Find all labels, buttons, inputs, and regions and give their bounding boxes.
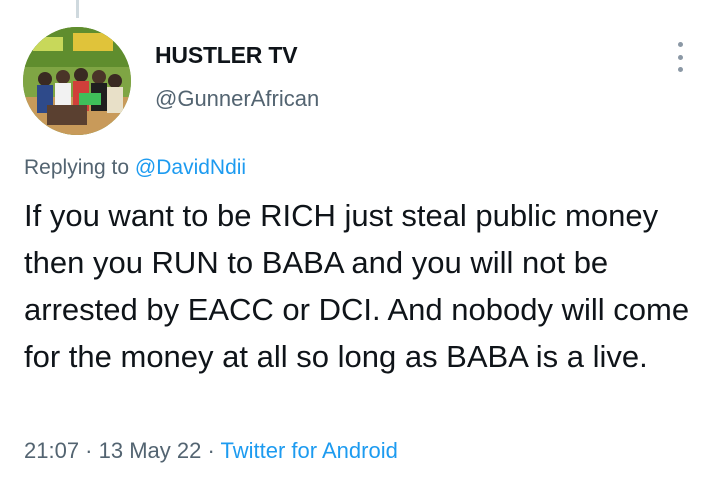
tweet-text: If you want to be RICH just steal public…	[24, 198, 690, 374]
meta-separator: ·	[201, 438, 221, 463]
tweet-date[interactable]: 13 May 22	[99, 438, 202, 463]
replying-to-label: Replying to	[24, 156, 135, 179]
source-link[interactable]: Twitter for Android	[221, 438, 398, 463]
more-options-button[interactable]	[668, 42, 692, 72]
avatar-photo	[23, 27, 131, 135]
user-handle[interactable]: @GunnerAfrican	[155, 86, 319, 112]
replying-to-line: Replying to @DavidNdii	[24, 156, 246, 180]
more-vertical-icon-dot	[677, 54, 683, 60]
avatar[interactable]	[23, 27, 131, 135]
more-vertical-icon-dot	[677, 42, 683, 47]
tweet-metadata: 21:07 · 13 May 22 · Twitter for Android	[24, 438, 398, 464]
more-vertical-icon-dot	[677, 67, 683, 72]
display-name[interactable]: HUSTLER TV	[155, 42, 298, 69]
mention-link[interactable]: @DavidNdii	[135, 156, 246, 179]
thread-connector-line	[76, 0, 79, 18]
tweet-time[interactable]: 21:07	[24, 438, 79, 463]
meta-separator: ·	[79, 438, 99, 463]
